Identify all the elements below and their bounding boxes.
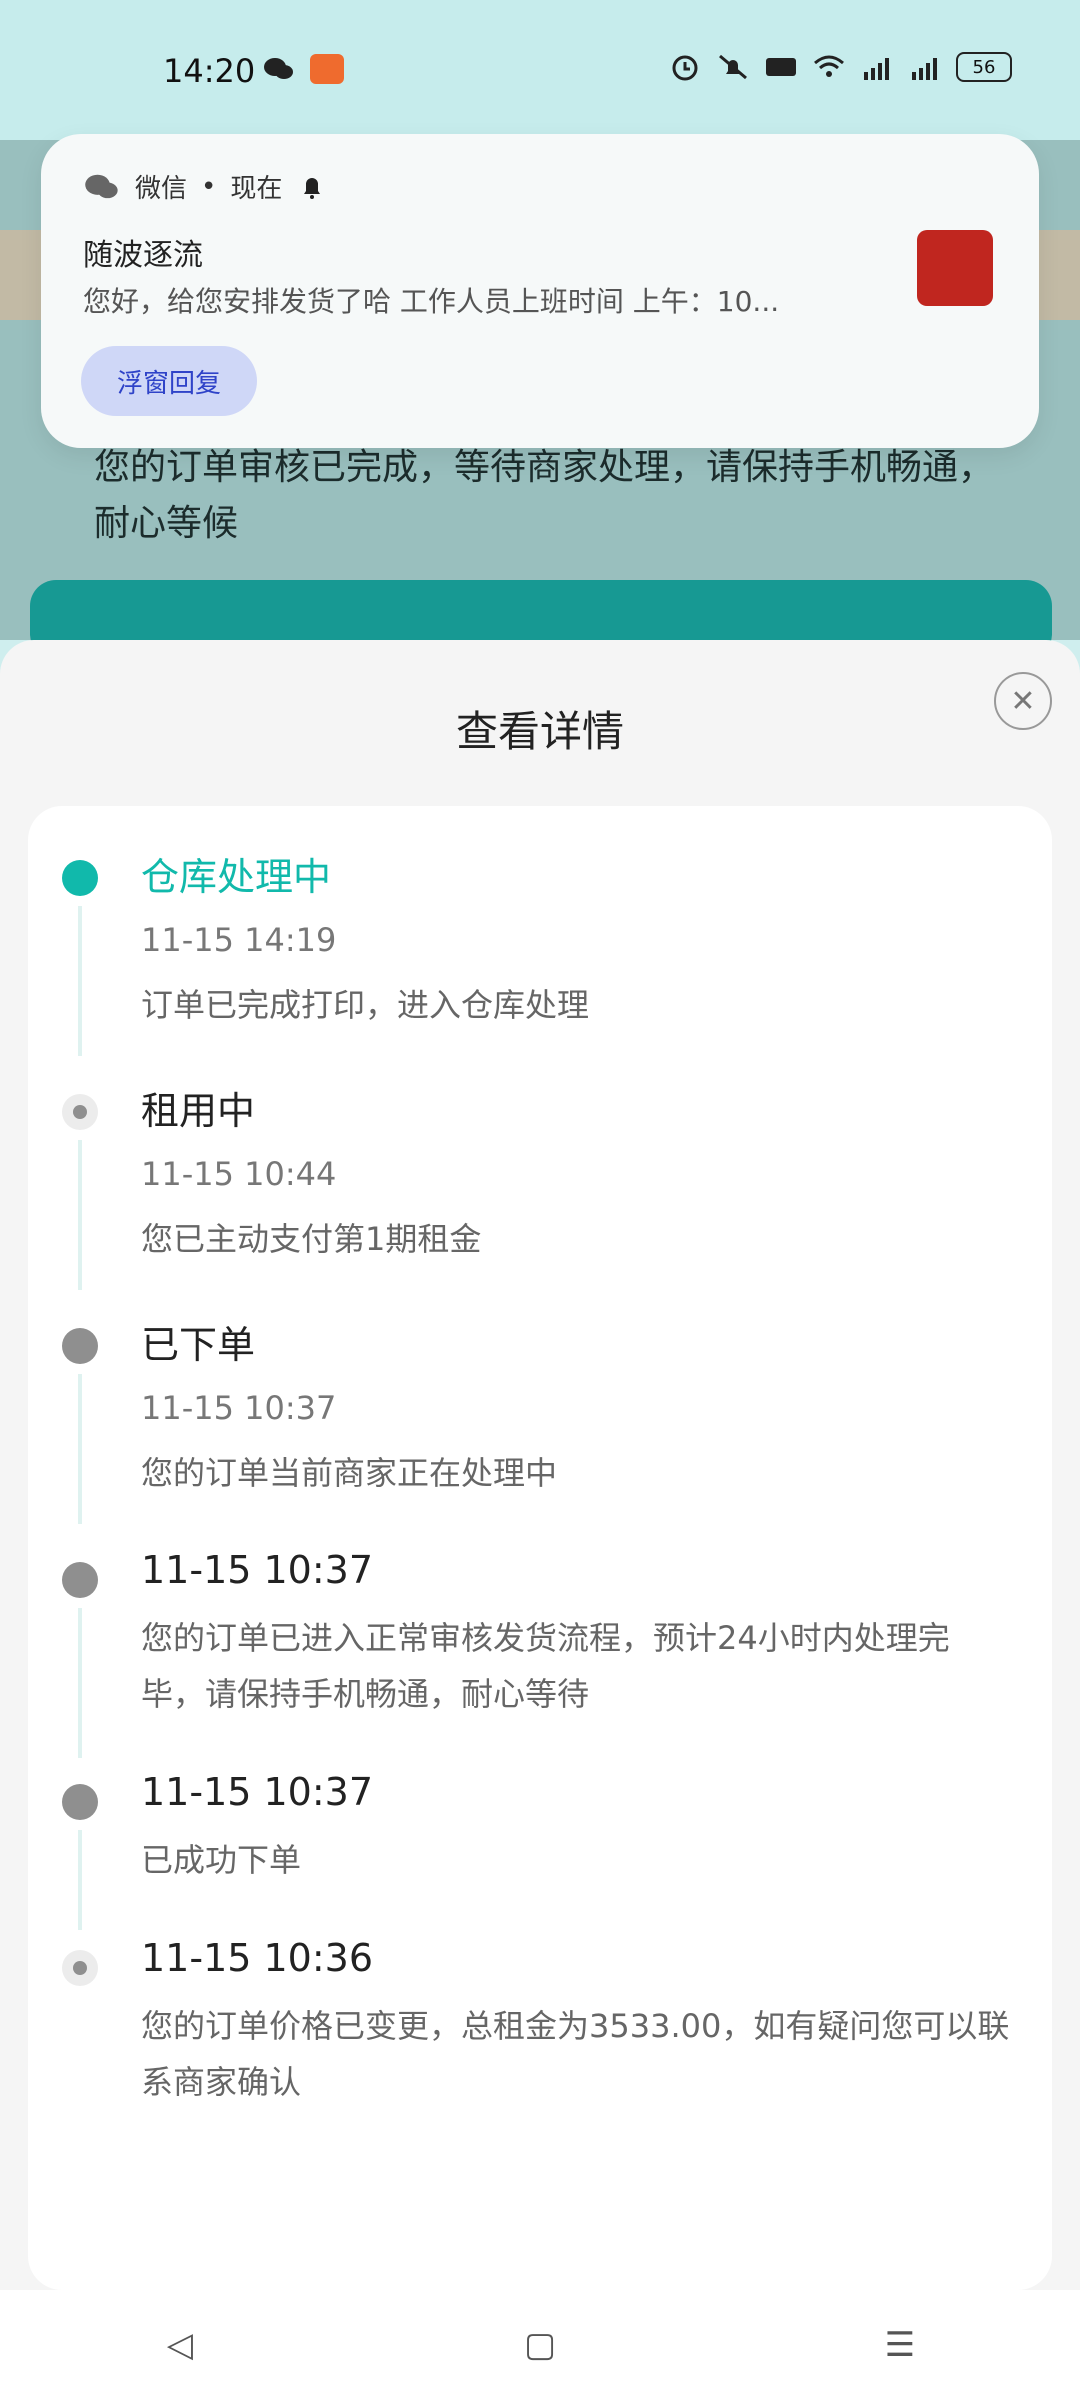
alarm-icon (672, 55, 698, 81)
recents-button[interactable]: ☰ (870, 2315, 930, 2375)
timeline-desc: 您的订单已进入正常审核发货流程，预计24小时内处理完毕，请保持手机畅通，耐心等待 (141, 1619, 950, 1713)
timeline-desc: 订单已完成打印，进入仓库处理 (141, 986, 590, 1024)
timeline-desc: 您已主动支付第1期租金 (141, 1220, 482, 1258)
notification-time: 现在 (230, 174, 283, 204)
timeline-desc: 您的订单当前商家正在处理中 (141, 1454, 558, 1492)
close-icon: ✕ (1010, 683, 1036, 719)
hd-icon (766, 58, 796, 76)
home-icon (62, 860, 98, 896)
document-icon (62, 1328, 98, 1364)
sheet-title: 查看详情 (455, 707, 624, 756)
timeline-time: 11-15 10:37 (141, 1389, 337, 1427)
notification-body: 您好，给您安排发货了哈 工作人员上班时间 上午：10... (83, 285, 780, 318)
floating-reply-button[interactable]: 浮窗回复 (81, 346, 257, 416)
timeline-heading: 11-15 10:36 (141, 1936, 374, 1980)
timeline-heading: 11-15 10:37 (141, 1770, 374, 1814)
system-navigation-bar: ◁ ▢ ☰ (0, 2290, 1080, 2400)
notification-header: 微信 • 现在 (83, 168, 328, 205)
notification-title: 随波逐流 (83, 238, 203, 273)
close-button[interactable]: ✕ (994, 672, 1052, 730)
timeline-heading: 仓库处理中 (141, 855, 332, 899)
wifi-icon (814, 55, 844, 77)
notification-app-name: 微信 (135, 174, 188, 204)
dot-icon (62, 1950, 98, 1986)
timeline-content: 已下单 11-15 10:37 您的订单当前商家正在处理中 (141, 1314, 1012, 1501)
status-left-icons (262, 54, 344, 84)
status-bar: 14:20 56 (0, 0, 1080, 140)
details-sheet: 查看详情 ✕ 仓库处理中 11-15 14:19 订单已完成打印，进入仓库处理 … (0, 640, 1080, 2290)
timeline-desc: 您的订单价格已变更，总租金为3533.00，如有疑问您可以联系商家确认 (141, 2007, 1010, 2101)
status-right-icons: 56 (668, 52, 1012, 82)
timeline-time: 11-15 14:19 (141, 921, 337, 959)
timeline-heading: 11-15 10:37 (141, 1548, 374, 1592)
wechat-icon (264, 58, 293, 79)
dot-icon (62, 1094, 98, 1130)
status-time: 14:20 (163, 52, 256, 90)
wechat-icon (85, 174, 118, 198)
timeline-desc: 已成功下单 (141, 1841, 302, 1879)
document-icon (62, 1784, 98, 1820)
timeline-card: 仓库处理中 11-15 14:19 订单已完成打印，进入仓库处理 租用中 11-… (28, 806, 1052, 2290)
timeline-content: 租用中 11-15 10:44 您已主动支付第1期租金 (141, 1080, 1012, 1267)
timeline-heading: 已下单 (141, 1323, 256, 1367)
wechat-notification[interactable]: 微信 • 现在 随波逐流 您好，给您安排发货了哈 工作人员上班时间 上午：10.… (41, 134, 1039, 448)
timeline-connector (78, 1374, 82, 1524)
timeline-connector (78, 906, 82, 1056)
mute-icon (719, 54, 747, 80)
timeline-connector (78, 1830, 82, 1930)
app-icon (310, 54, 344, 84)
home-button[interactable]: ▢ (510, 2315, 570, 2375)
notification-separator: • (201, 171, 217, 202)
timeline-content: 11-15 10:36 您的订单价格已变更，总租金为3533.00，如有疑问您可… (141, 1936, 1012, 2110)
timeline-connector (78, 1608, 82, 1758)
timeline-time: 11-15 10:44 (141, 1155, 337, 1193)
signal-4g-icon (912, 58, 937, 80)
battery-icon: 56 (956, 52, 1012, 82)
timeline-content: 仓库处理中 11-15 14:19 订单已完成打印，进入仓库处理 (141, 846, 1012, 1033)
timeline-content: 11-15 10:37 您的订单已进入正常审核发货流程，预计24小时内处理完毕，… (141, 1548, 1012, 1722)
timeline-connector (78, 1140, 82, 1290)
bell-icon (304, 177, 321, 199)
timeline-heading: 租用中 (141, 1089, 256, 1133)
back-button[interactable]: ◁ (150, 2315, 210, 2375)
avatar (917, 230, 993, 306)
timeline-content: 11-15 10:37 已成功下单 (141, 1770, 1012, 1888)
signal-4g-icon (864, 58, 889, 80)
document-icon (62, 1562, 98, 1598)
